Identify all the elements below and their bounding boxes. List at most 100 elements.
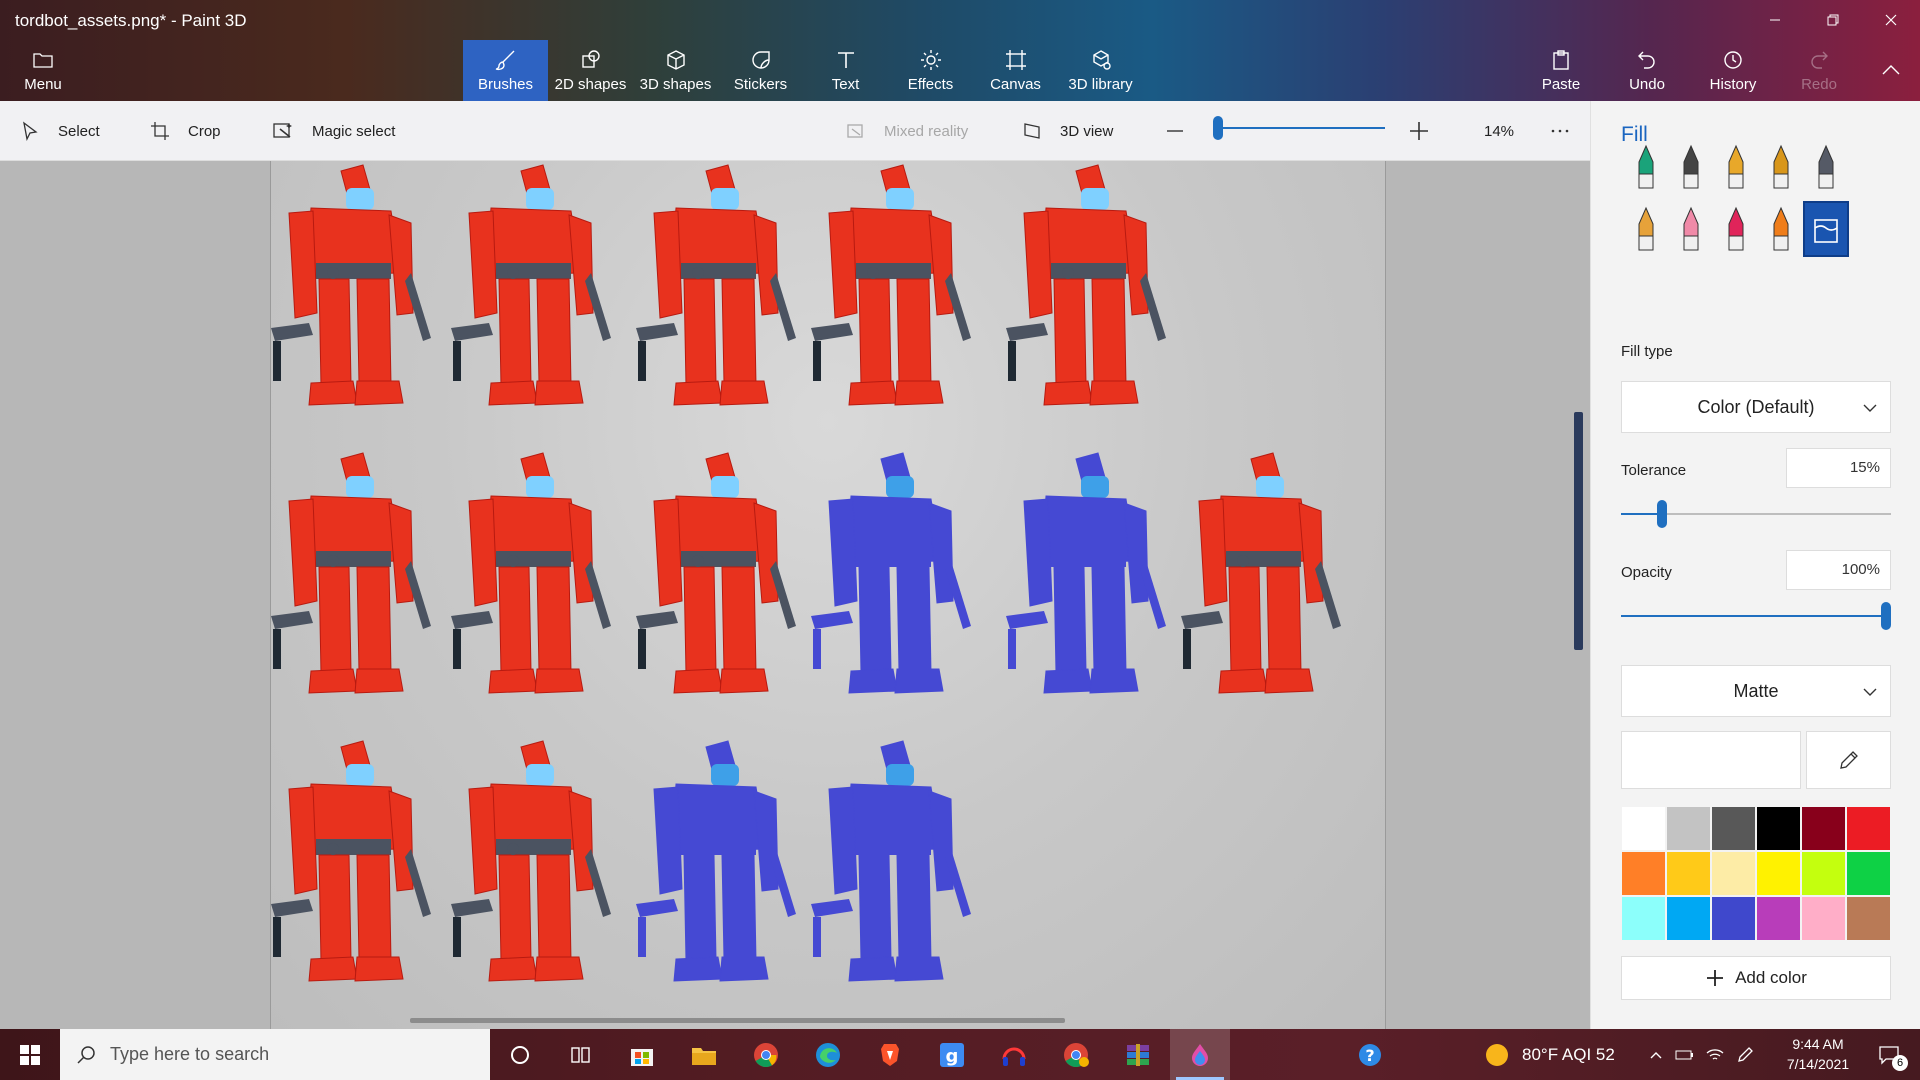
wifi-indicator[interactable] <box>1702 1029 1728 1080</box>
more-options-button[interactable] <box>1550 101 1588 161</box>
opacity-slider-thumb[interactable] <box>1881 602 1891 630</box>
tab-canvas[interactable]: Canvas <box>973 40 1058 101</box>
redo-button[interactable]: Redo <box>1778 40 1860 101</box>
tab-2d-shapes[interactable]: 2D shapes <box>548 40 633 101</box>
taskbar-g-app[interactable]: g <box>922 1029 982 1080</box>
palette-swatch[interactable] <box>1801 896 1846 941</box>
palette-swatch[interactable] <box>1846 851 1891 896</box>
battery-indicator[interactable] <box>1672 1029 1698 1080</box>
magic-select-icon <box>273 123 292 138</box>
wifi-icon <box>1706 1048 1724 1060</box>
clock[interactable]: 9:44 AM 7/14/2021 <box>1778 1034 1858 1074</box>
tab-text[interactable]: Text <box>803 40 888 101</box>
tolerance-input[interactable]: 15% <box>1786 448 1891 488</box>
palette-swatch[interactable] <box>1666 896 1711 941</box>
paste-button[interactable]: Paste <box>1520 40 1602 101</box>
tab-stickers[interactable]: Stickers <box>718 40 803 101</box>
tab-effects[interactable]: Effects <box>888 40 973 101</box>
tool-options-bar: Select Crop Magic select Mixed reality 3… <box>0 101 1590 161</box>
taskbar-winrar[interactable] <box>1108 1029 1168 1080</box>
brush-marker[interactable] <box>1623 139 1669 195</box>
brush-watercolor[interactable] <box>1758 139 1804 195</box>
brush-calligraphy-pen[interactable] <box>1668 139 1714 195</box>
brush-oil-brush[interactable] <box>1713 139 1759 195</box>
taskbar-brave[interactable] <box>860 1029 920 1080</box>
taskbar-chrome-profile[interactable] <box>1046 1029 1106 1080</box>
palette-swatch[interactable] <box>1846 806 1891 851</box>
add-color-button[interactable]: Add color <box>1621 956 1891 1000</box>
collapse-ribbon-button[interactable] <box>1862 40 1920 101</box>
weather-widget[interactable]: 80°F AQI 52 <box>1486 1029 1615 1080</box>
brush-eraser[interactable] <box>1668 201 1714 257</box>
taskbar-chrome[interactable] <box>736 1029 796 1080</box>
taskbar-headset[interactable] <box>984 1029 1044 1080</box>
horizontal-scrollbar[interactable] <box>410 1018 1065 1023</box>
current-color-swatch[interactable] <box>1621 731 1801 789</box>
zoom-slider-thumb[interactable] <box>1213 116 1224 140</box>
tolerance-slider-thumb[interactable] <box>1656 500 1667 528</box>
taskbar-search[interactable]: Type here to search <box>60 1029 490 1080</box>
menu-button[interactable]: Menu <box>14 40 72 101</box>
eyedropper-button[interactable] <box>1806 731 1891 789</box>
help-button[interactable]: ? <box>1340 1029 1400 1080</box>
taskbar-edge[interactable] <box>798 1029 858 1080</box>
opacity-slider[interactable] <box>1621 602 1891 630</box>
undo-button[interactable]: Undo <box>1606 40 1688 101</box>
close-button[interactable] <box>1868 4 1914 36</box>
palette-swatch[interactable] <box>1711 851 1756 896</box>
finish-dropdown[interactable]: Matte <box>1621 665 1891 717</box>
brush-pencil[interactable] <box>1623 201 1669 257</box>
opacity-input[interactable]: 100% <box>1786 550 1891 590</box>
mixed-reality-button[interactable]: Mixed reality <box>846 101 968 161</box>
palette-swatch[interactable] <box>1801 851 1846 896</box>
tab-3d-library[interactable]: 3D library <box>1058 40 1143 101</box>
restore-button[interactable] <box>1810 4 1856 36</box>
taskbar-file-explorer[interactable] <box>674 1029 734 1080</box>
palette-swatch[interactable] <box>1756 896 1801 941</box>
select-button[interactable]: Select <box>20 101 100 161</box>
palette-swatch[interactable] <box>1756 851 1801 896</box>
tab-brushes[interactable]: Brushes <box>463 40 548 101</box>
palette-swatch[interactable] <box>1846 896 1891 941</box>
brush-spray-can[interactable] <box>1758 201 1804 257</box>
notifications-button[interactable]: 6 <box>1864 1029 1914 1080</box>
brush-pixel-pen[interactable] <box>1803 139 1849 195</box>
crop-button[interactable]: Crop <box>150 101 221 161</box>
zoom-in-button[interactable] <box>1408 101 1448 161</box>
vertical-scrollbar[interactable] <box>1574 412 1583 650</box>
cortana-button[interactable] <box>490 1029 550 1080</box>
tab-3d-shapes[interactable]: 3D shapes <box>633 40 718 101</box>
drawing-canvas[interactable] <box>270 161 1386 1029</box>
minimize-button[interactable] <box>1752 4 1798 36</box>
zoom-slider-track[interactable] <box>1215 127 1385 129</box>
svg-text:g: g <box>946 1046 959 1067</box>
robot-sprite <box>636 164 796 406</box>
palette-swatch[interactable] <box>1711 896 1756 941</box>
brush-fill-bucket[interactable] <box>1803 201 1849 257</box>
palette-swatch[interactable] <box>1621 851 1666 896</box>
palette-swatch[interactable] <box>1621 806 1666 851</box>
show-hidden-icons-button[interactable] <box>1644 1029 1668 1080</box>
fill-type-dropdown[interactable]: Color (Default) <box>1621 381 1891 433</box>
palette-swatch[interactable] <box>1621 896 1666 941</box>
palette-swatch[interactable] <box>1756 806 1801 851</box>
tab-label: Brushes <box>477 76 534 93</box>
workspace[interactable] <box>0 161 1590 1029</box>
tolerance-slider[interactable] <box>1621 500 1891 528</box>
zoom-out-button[interactable] <box>1165 101 1203 161</box>
pen-workspace-button[interactable] <box>1732 1029 1758 1080</box>
brush-crayon[interactable] <box>1713 201 1759 257</box>
palette-swatch[interactable] <box>1666 806 1711 851</box>
view-3d-toggle[interactable]: 3D view <box>1022 101 1113 161</box>
magic-select-button[interactable]: Magic select <box>272 101 395 161</box>
taskbar-store[interactable] <box>612 1029 672 1080</box>
tab-label: 3D shapes <box>639 76 712 93</box>
select-label: Select <box>58 122 100 140</box>
task-view-button[interactable] <box>550 1029 610 1080</box>
palette-swatch[interactable] <box>1666 851 1711 896</box>
palette-swatch[interactable] <box>1801 806 1846 851</box>
palette-swatch[interactable] <box>1711 806 1756 851</box>
history-button[interactable]: History <box>1692 40 1774 101</box>
taskbar-paint3d[interactable] <box>1170 1029 1230 1080</box>
start-button[interactable] <box>0 1029 60 1080</box>
